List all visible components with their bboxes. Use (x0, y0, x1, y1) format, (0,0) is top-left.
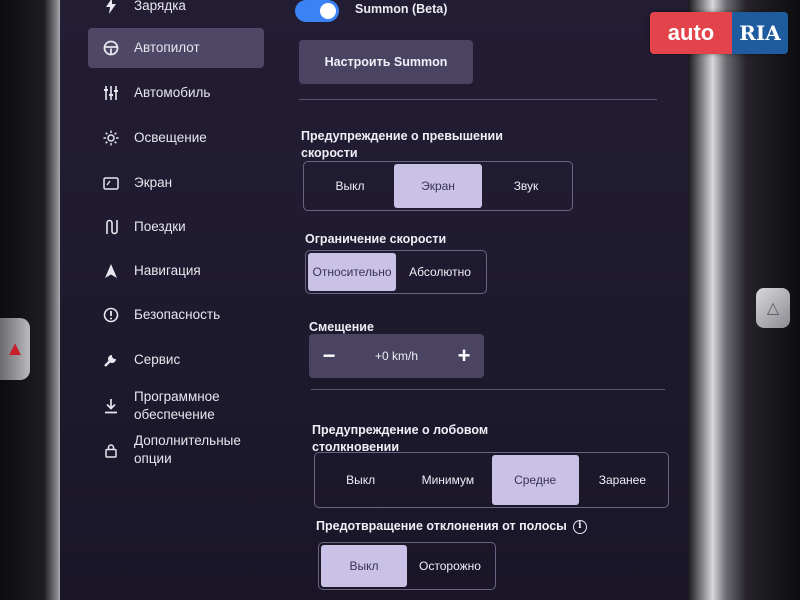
sun-icon (100, 130, 122, 146)
sidebar-item-trips[interactable]: Поездки (88, 207, 264, 247)
sidebar-item-label-line1: Программное (134, 389, 220, 404)
collision-warning-option-off[interactable]: Выкл (317, 455, 404, 505)
sidebar-item-label: Сервис (134, 352, 181, 367)
lane-departure-option-cautious[interactable]: Осторожно (407, 545, 493, 587)
lane-departure-segmented: Выкл Осторожно (318, 542, 496, 590)
sidebar-item-label: Зарядка (134, 0, 186, 13)
sidebar-item-label-line1: Дополнительные (134, 433, 241, 448)
speed-warning-title: Предупреждение о превышении скорости (301, 128, 503, 162)
sidebar-item-label: Автомобиль (134, 85, 211, 100)
collision-warning-option-early[interactable]: Заранее (579, 455, 666, 505)
wrench-icon (100, 352, 122, 368)
sidebar-item-label: Освещение (134, 130, 207, 145)
speed-limit-segmented: Относительно Абсолютно (305, 250, 487, 294)
sidebar-item-label: Безопасность (134, 307, 221, 322)
configure-summon-button[interactable]: Настроить Summon (299, 40, 473, 84)
side-control-button: △ (756, 288, 790, 328)
sidebar-item-label: Автопилот (134, 40, 200, 55)
sidebar-item-service[interactable]: Сервис (88, 340, 264, 380)
collision-warning-title: Предупреждение о лобовом столкновении (312, 422, 488, 456)
speed-warning-option-display[interactable]: Экран (394, 164, 482, 208)
lane-departure-title: Предотвращение отклонения от полосы i (316, 518, 587, 535)
watermark-logo: auto RIA (650, 12, 788, 54)
speed-warning-option-sound[interactable]: Звук (482, 164, 570, 208)
sidebar-item-vehicle[interactable]: Автомобиль (88, 73, 264, 113)
collision-warning-option-medium[interactable]: Средне (491, 455, 579, 505)
info-icon[interactable]: i (572, 519, 587, 534)
speed-warning-title-line2: скорости (301, 146, 358, 160)
sidebar-item-label-line2: опции (134, 451, 172, 466)
collision-warning-title-line1: Предупреждение о лобовом (312, 423, 489, 437)
speed-limit-option-relative[interactable]: Относительно (308, 253, 396, 291)
steering-wheel-icon (100, 40, 122, 56)
summon-toggle[interactable] (295, 0, 339, 22)
sidebar-item-navigation[interactable]: Навигация (88, 251, 264, 291)
sidebar-item-display[interactable]: Экран (88, 163, 264, 203)
lock-icon (100, 443, 122, 458)
sidebar-item-label: Дополнительные опции (134, 432, 241, 468)
settings-sidebar: Зарядка Автопилот Автомобиль Освещение Э (60, 0, 275, 600)
speed-limit-option-absolute[interactable]: Абсолютно (396, 253, 484, 291)
speed-warning-title-line1: Предупреждение о превышении (301, 129, 503, 143)
hazard-button: ▲ (0, 318, 30, 380)
summon-toggle-label: Summon (Beta) (355, 2, 448, 16)
sidebar-item-autopilot[interactable]: Автопилот (88, 28, 264, 68)
sidebar-item-upgrades[interactable]: Дополнительные опции (88, 426, 264, 474)
sidebar-item-lighting[interactable]: Освещение (88, 118, 264, 158)
offset-value: +0 km/h (374, 349, 419, 363)
offset-increase-button[interactable]: + (454, 343, 474, 369)
speed-limit-title: Ограничение скорости (305, 232, 447, 246)
collision-warning-segmented: Выкл Минимум Средне Заранее (314, 452, 669, 508)
sidebar-item-label: Поездки (134, 219, 186, 234)
collision-warning-option-minimum[interactable]: Минимум (404, 455, 491, 505)
chevron-up-icon: △ (766, 300, 780, 317)
sidebar-item-label: Программное обеспечение (134, 388, 220, 424)
display-icon (100, 176, 122, 190)
speed-warning-option-off[interactable]: Выкл (306, 164, 394, 208)
watermark-ria: RIA (732, 12, 788, 54)
sidebar-item-charging[interactable]: Зарядка (88, 0, 264, 26)
touchscreen: Зарядка Автопилот Автомобиль Освещение Э (60, 0, 700, 600)
offset-stepper: − +0 km/h + (309, 334, 484, 378)
lightning-icon (100, 0, 122, 14)
trips-icon (100, 219, 122, 235)
lane-departure-title-text: Предотвращение отклонения от полосы (316, 519, 567, 533)
watermark-auto: auto (650, 12, 732, 54)
sidebar-item-software[interactable]: Программное обеспечение (88, 382, 264, 430)
warning-triangle-icon: ▲ (5, 337, 25, 360)
sidebar-item-label-line2: обеспечение (134, 407, 215, 422)
lane-departure-option-off[interactable]: Выкл (321, 545, 407, 587)
sidebar-item-label: Навигация (134, 263, 201, 278)
navigation-icon (100, 264, 122, 278)
offset-decrease-button[interactable]: − (319, 343, 339, 369)
divider (311, 389, 665, 390)
divider (299, 99, 657, 100)
autopilot-settings-panel: Summon (Beta) Настроить Summon Предупреж… (295, 0, 695, 600)
sidebar-item-safety[interactable]: Безопасность (88, 295, 264, 335)
speed-warning-segmented: Выкл Экран Звук (303, 161, 573, 211)
download-icon (100, 398, 122, 414)
sidebar-item-label: Экран (134, 175, 173, 190)
safety-icon (100, 307, 122, 323)
sliders-icon (100, 86, 122, 100)
